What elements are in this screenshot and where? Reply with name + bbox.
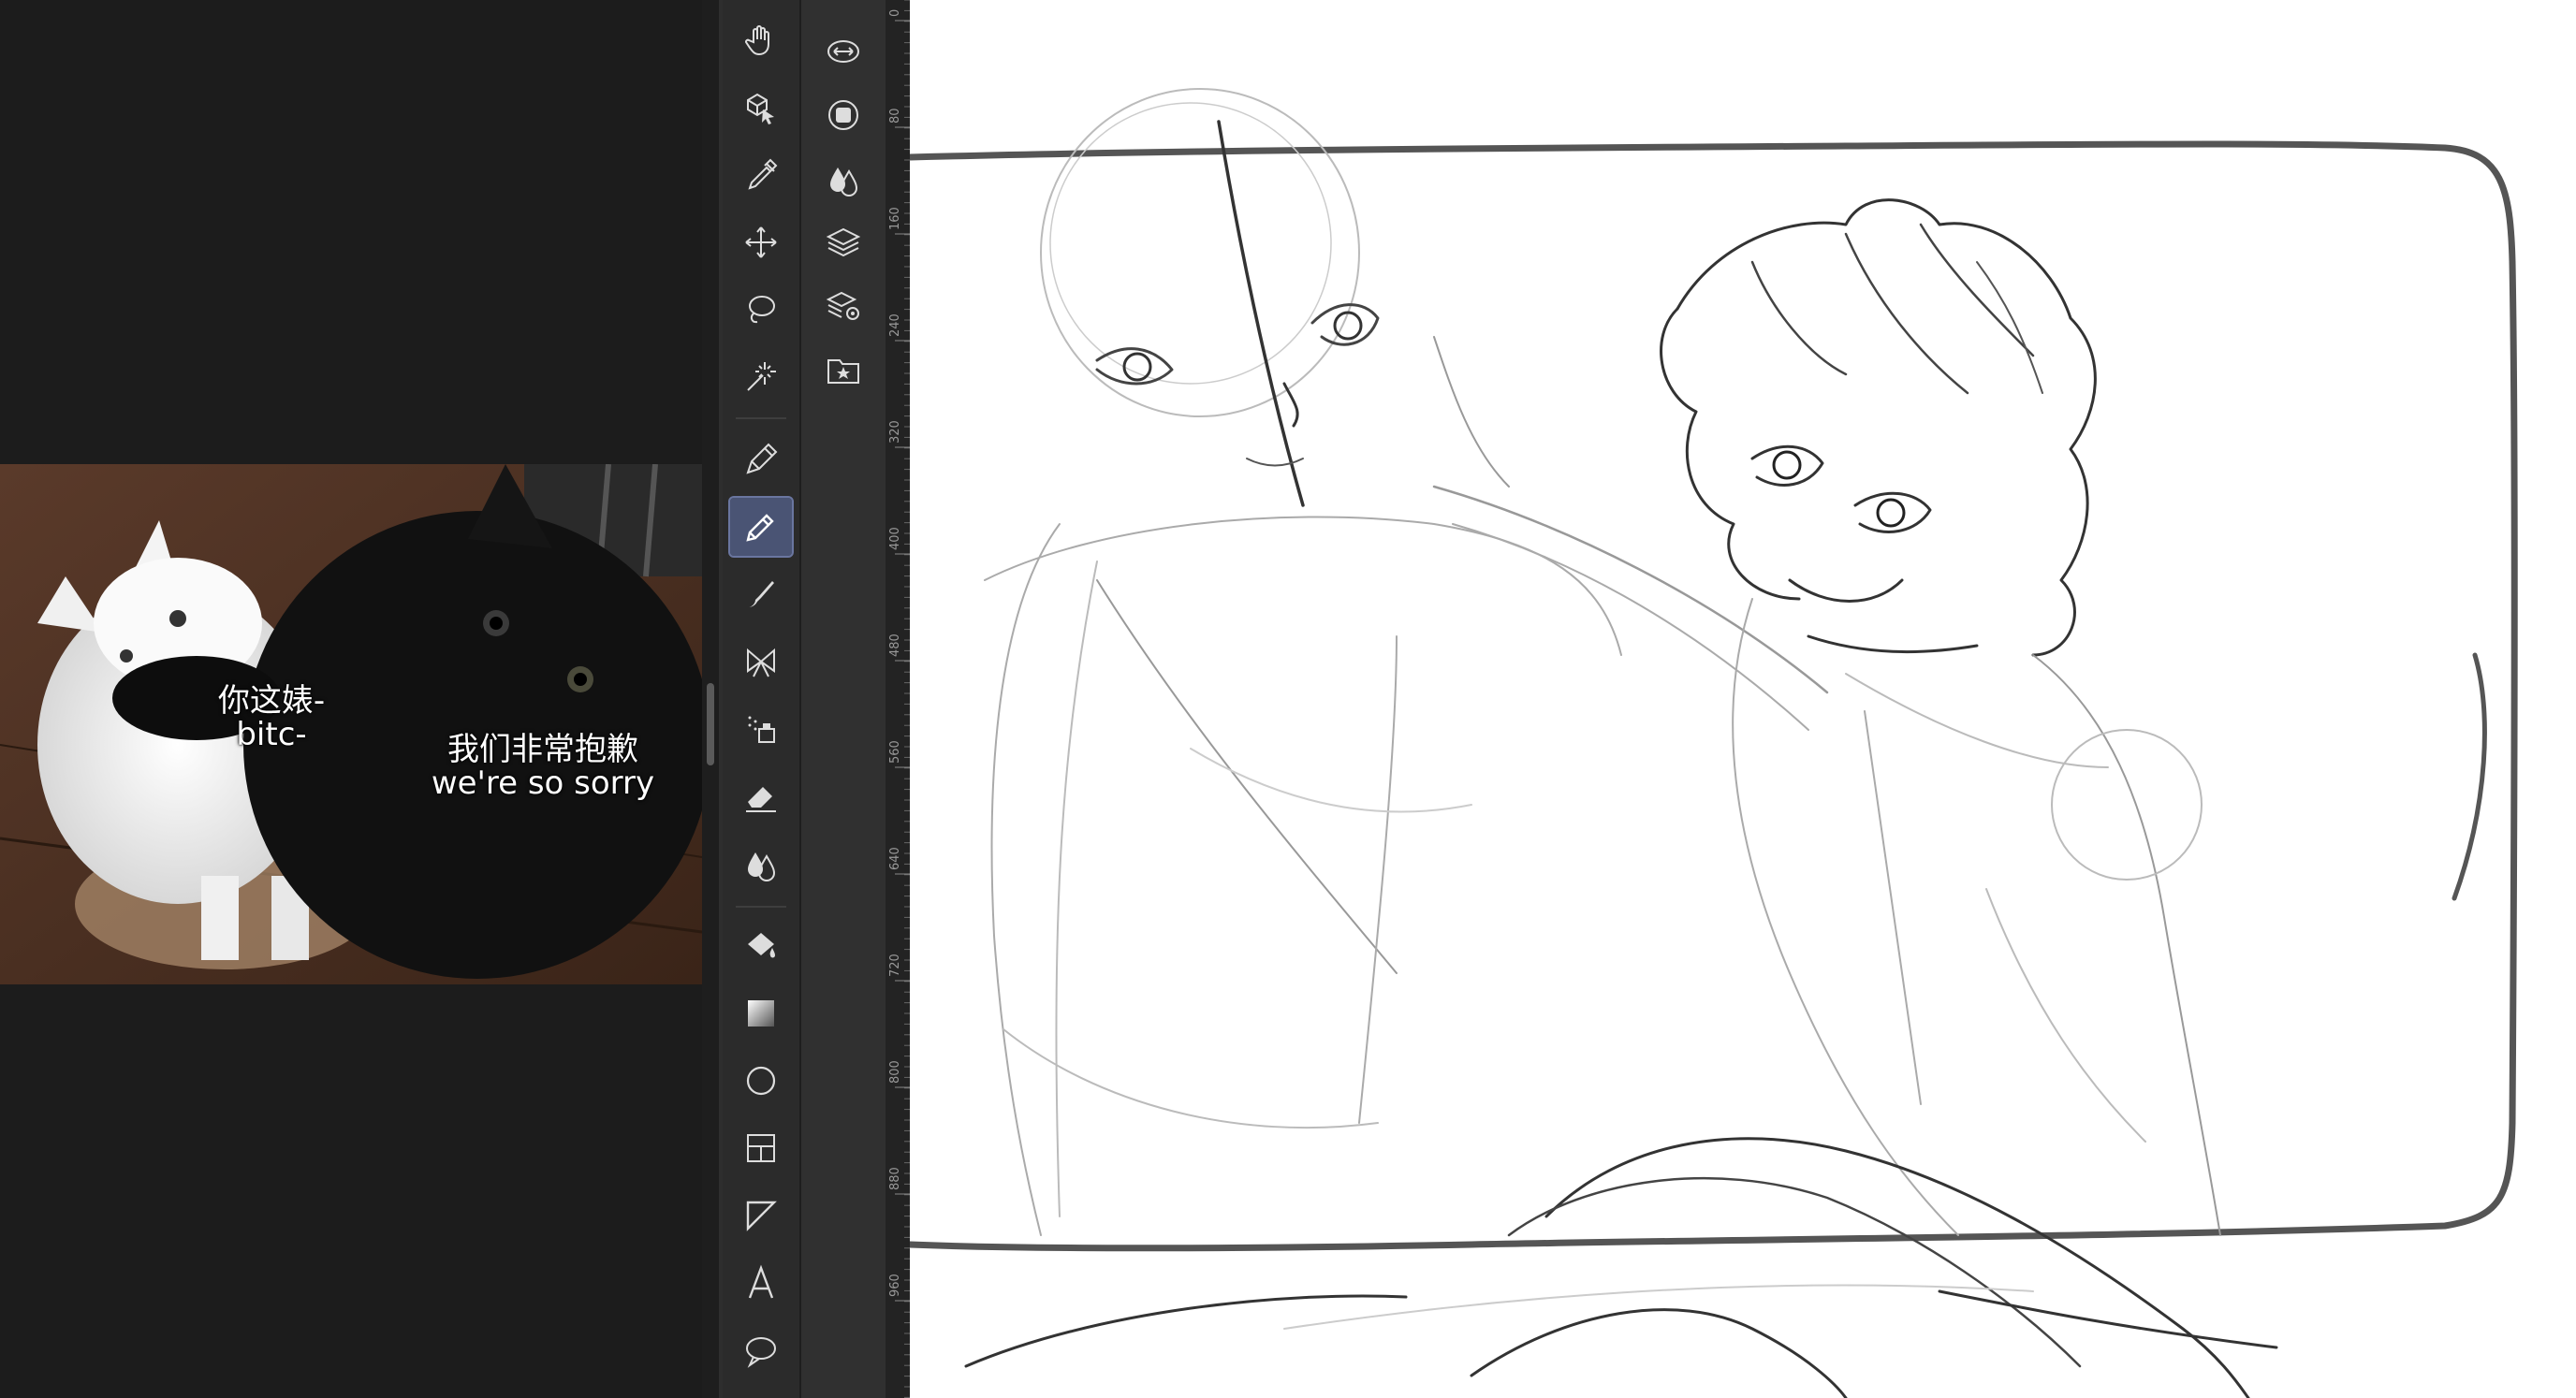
object-tool[interactable] xyxy=(730,79,792,137)
fill-icon xyxy=(748,933,775,958)
gradient-tool[interactable] xyxy=(730,984,792,1042)
material-folder-icon xyxy=(827,359,859,384)
text-icon xyxy=(748,1264,774,1299)
hand-tool[interactable] xyxy=(730,11,792,69)
tool-bar xyxy=(723,0,799,1398)
ruler-tick-label: 880 xyxy=(888,1167,902,1190)
blend-icon xyxy=(748,852,776,881)
brush-tool[interactable] xyxy=(730,565,792,623)
object-select-icon xyxy=(747,93,774,124)
magic-wand-icon xyxy=(747,362,776,391)
subtitle-right: 我们非常抱歉 we're so sorry xyxy=(412,731,674,802)
pencil-icon xyxy=(746,514,774,542)
auto-select-tool[interactable] xyxy=(730,346,792,404)
reference-image-pane: 你这婊- bitc- 我们非常抱歉 we're so sorry xyxy=(0,0,702,1398)
ruler-tick-label: 400 xyxy=(888,527,902,550)
ruler-tick-label: 320 xyxy=(888,420,902,444)
ruler-tick-label: 720 xyxy=(888,954,902,977)
subtitle-left: 你这婊- bitc- xyxy=(187,682,356,753)
layer-mask-icon xyxy=(828,100,858,130)
balloon-tool[interactable] xyxy=(730,1321,792,1379)
decoration-tool[interactable] xyxy=(730,633,792,691)
sketch-artwork xyxy=(910,88,2518,1398)
layer-mask-button[interactable] xyxy=(818,90,869,140)
ruler-tick-label: 560 xyxy=(888,740,902,764)
subtitle-left-en: bitc- xyxy=(236,715,307,753)
transform-icon xyxy=(827,40,859,63)
ruler-tick-label: 800 xyxy=(888,1060,902,1084)
lasso-icon xyxy=(749,296,775,324)
layer-settings-icon xyxy=(826,291,859,320)
transform-button[interactable] xyxy=(818,26,869,77)
frame-tool[interactable] xyxy=(730,1119,792,1177)
sub-tool-bar xyxy=(801,0,886,1398)
pencil-tool[interactable] xyxy=(728,496,794,558)
ruler-tool[interactable] xyxy=(730,1187,792,1245)
eraser-tool[interactable] xyxy=(730,767,792,825)
blend-tool[interactable] xyxy=(730,835,792,893)
eyedropper-tool[interactable] xyxy=(730,146,792,204)
layers-button[interactable] xyxy=(818,217,869,268)
frame-border-icon xyxy=(747,1134,775,1162)
material-button[interactable] xyxy=(818,344,869,395)
ellipse-icon xyxy=(746,1066,776,1096)
airbrush-tool[interactable] xyxy=(730,700,792,758)
ruler-tick-label: 480 xyxy=(888,633,902,657)
pen-tool[interactable] xyxy=(730,430,792,488)
decoration-icon xyxy=(747,648,775,677)
reference-pane-scrollbar[interactable] xyxy=(707,683,714,765)
ruler-tick-label: 960 xyxy=(888,1274,902,1297)
toolbar-separator xyxy=(736,906,786,908)
ruler-tick-label: 240 xyxy=(888,313,902,337)
toolbar-separator xyxy=(736,417,786,419)
pen-icon xyxy=(746,443,778,474)
text-tool[interactable] xyxy=(730,1254,792,1312)
color-blend-icon xyxy=(830,167,858,197)
subtitle-right-cn: 我们非常抱歉 xyxy=(447,731,638,768)
ruler-tick-label: 0 xyxy=(888,9,902,17)
lasso-tool[interactable] xyxy=(730,281,792,339)
reference-image: 你这婊- bitc- 我们非常抱歉 we're so sorry xyxy=(0,464,702,984)
subtitle-right-en: we're so sorry xyxy=(431,764,655,802)
eraser-icon xyxy=(746,787,776,812)
ruler-icon xyxy=(746,1201,777,1231)
fill-tool[interactable] xyxy=(730,917,792,975)
airbrush-icon xyxy=(748,716,775,743)
vertical-ruler: 0 80 160 240 320 400 480 560 640 720 800 880 960 xyxy=(886,0,910,1398)
gradient-icon xyxy=(748,1000,774,1027)
layers-icon xyxy=(826,227,861,257)
drawing-canvas[interactable] xyxy=(910,0,2576,1398)
hand-icon xyxy=(745,25,769,56)
color-blend-button[interactable] xyxy=(818,153,869,204)
ruler-ticks: 0 80 160 240 320 400 480 560 640 720 800 880 960 xyxy=(888,0,910,1398)
ruler-tick-label: 80 xyxy=(888,108,902,124)
layer-settings-button[interactable] xyxy=(818,281,869,331)
ruler-tick-label: 160 xyxy=(888,207,902,230)
brush-icon xyxy=(748,581,774,607)
balloon-icon xyxy=(746,1337,776,1368)
figure-tool[interactable] xyxy=(730,1052,792,1110)
subtitle-left-cn: 你这婊- xyxy=(217,682,326,720)
move-icon xyxy=(745,226,777,258)
ruler-tick-label: 640 xyxy=(888,847,902,870)
eyedropper-icon xyxy=(748,158,778,190)
move-tool[interactable] xyxy=(730,213,792,271)
